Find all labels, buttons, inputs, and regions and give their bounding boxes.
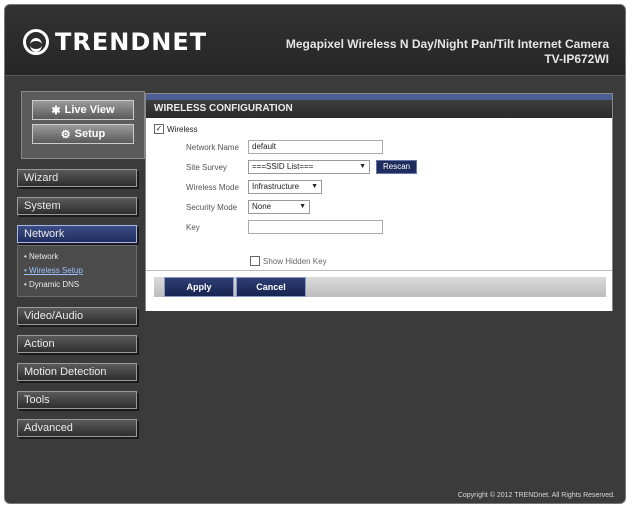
- submenu-network[interactable]: Network: [24, 250, 136, 264]
- wireless-toggle-row: ✓ Wireless: [154, 124, 198, 134]
- wireless-mode-label: Wireless Mode: [186, 182, 239, 192]
- copyright-footer: Copyright © 2012 TRENDnet. All Rights Re…: [457, 492, 615, 499]
- wireless-label: Wireless: [167, 124, 198, 134]
- menu-wizard[interactable]: Wizard: [17, 169, 137, 187]
- product-model: TV-IP672WI: [544, 52, 609, 66]
- wireless-config-panel: WIRELESS CONFIGURATION ✓ Wireless Networ…: [145, 93, 613, 311]
- wireless-mode-row: Wireless Mode Infrastructure ▼: [186, 180, 322, 194]
- rescan-button[interactable]: Rescan: [376, 160, 418, 174]
- chevron-down-icon: ▼: [311, 183, 318, 190]
- product-title: Megapixel Wireless N Day/Night Pan/Tilt …: [286, 37, 609, 67]
- live-view-button[interactable]: ✱ Live View: [32, 100, 134, 120]
- show-hidden-key-checkbox[interactable]: [250, 256, 260, 266]
- panel-title: WIRELESS CONFIGURATION: [146, 100, 612, 118]
- cancel-button[interactable]: Cancel: [236, 277, 306, 297]
- network-submenu: Network Wireless Setup Dynamic DNS: [17, 245, 137, 297]
- menu-video-audio[interactable]: Video/Audio: [17, 307, 137, 325]
- network-name-label: Network Name: [186, 142, 239, 152]
- wireless-form: ✓ Wireless Network Name default Site Sur…: [146, 118, 612, 268]
- wireless-checkbox[interactable]: ✓: [154, 124, 164, 134]
- menu-system[interactable]: System: [17, 197, 137, 215]
- menu-tools[interactable]: Tools: [17, 391, 137, 409]
- menu-action[interactable]: Action: [17, 335, 137, 353]
- network-name-row: Network Name default: [186, 140, 383, 154]
- header: TRENDNET Megapixel Wireless N Day/Night …: [5, 5, 625, 76]
- brand-name: TRENDNET: [55, 28, 208, 56]
- top-nav: ✱ Live View ⚙ Setup: [21, 91, 145, 159]
- chevron-down-icon: ▼: [299, 203, 306, 210]
- menu-advanced[interactable]: Advanced: [17, 419, 137, 437]
- menu-network[interactable]: Network: [17, 225, 137, 243]
- show-hidden-key-row: Show Hidden Key: [250, 256, 327, 266]
- apply-button[interactable]: Apply: [164, 277, 234, 297]
- key-input[interactable]: [248, 220, 383, 234]
- security-mode-value: None: [252, 202, 272, 211]
- security-mode-select[interactable]: None ▼: [248, 200, 310, 214]
- trendnet-logo-icon: [23, 29, 49, 55]
- product-line: Megapixel Wireless N Day/Night Pan/Tilt …: [285, 37, 609, 51]
- setup-label: Setup: [74, 128, 106, 140]
- wireless-mode-value: Infrastructure: [252, 182, 300, 191]
- network-name-input[interactable]: default: [248, 140, 383, 154]
- submenu-wireless-setup[interactable]: Wireless Setup: [24, 264, 136, 278]
- site-survey-row: Site Survey ===SSID List=== ▼ Rescan: [186, 160, 418, 174]
- security-mode-label: Security Mode: [186, 202, 238, 212]
- site-survey-value: ===SSID List===: [252, 162, 314, 171]
- key-label: Key: [186, 222, 200, 232]
- site-survey-select[interactable]: ===SSID List=== ▼: [248, 160, 370, 174]
- live-view-icon: ✱: [51, 104, 61, 117]
- setup-button[interactable]: ⚙ Setup: [32, 124, 134, 144]
- gear-icon: ⚙: [60, 128, 71, 141]
- chevron-down-icon: ▼: [359, 163, 366, 170]
- trendnet-logo: TRENDNET: [23, 27, 207, 57]
- sidebar: ✱ Live View ⚙ Setup Wizard System Networ…: [17, 91, 145, 437]
- live-view-label: Live View: [64, 104, 115, 116]
- menu-motion-detection[interactable]: Motion Detection: [17, 363, 137, 381]
- site-survey-label: Site Survey: [186, 162, 227, 172]
- action-bar: Apply Cancel: [154, 277, 606, 297]
- key-row: Key: [186, 220, 383, 234]
- form-actions: Apply Cancel: [146, 270, 612, 311]
- wireless-mode-select[interactable]: Infrastructure ▼: [248, 180, 322, 194]
- show-hidden-key-label: Show Hidden Key: [263, 256, 327, 266]
- security-mode-row: Security Mode None ▼: [186, 200, 310, 214]
- camera-web-ui: TRENDNET Megapixel Wireless N Day/Night …: [4, 4, 626, 504]
- submenu-dynamic-dns[interactable]: Dynamic DNS: [24, 278, 136, 292]
